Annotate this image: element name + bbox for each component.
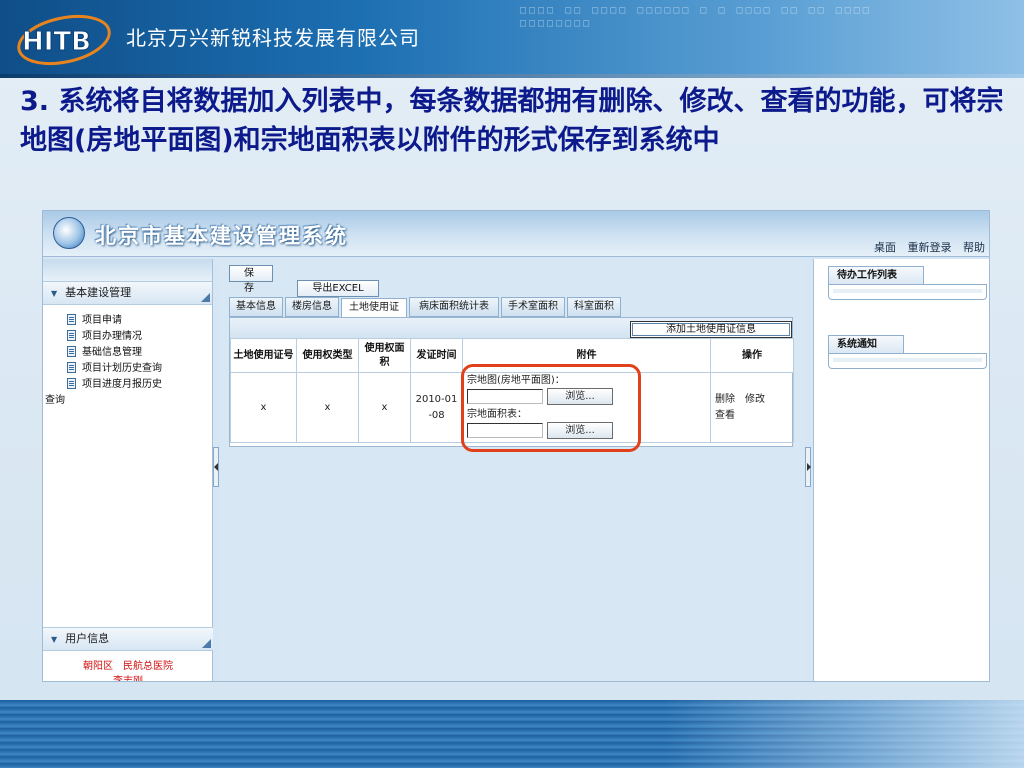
tab-building-info[interactable]: 楼房信息: [285, 297, 339, 317]
document-icon: [67, 330, 76, 341]
col-issue-date: 发证时间: [410, 338, 463, 373]
user-name: 李志刚: [113, 676, 143, 682]
section-label: 用户信息: [65, 632, 110, 645]
tab-basic-info[interactable]: 基本信息: [229, 297, 283, 317]
tab-bed-area[interactable]: 病床面积统计表: [409, 297, 499, 317]
band-decoration: □□□□ □□ □□□□ □□□□□□ □ □ □□□□ □□ □□ □□□□ …: [520, 5, 872, 29]
collapse-right-handle[interactable]: [805, 447, 811, 487]
corner-icon: [201, 293, 210, 302]
hitb-logo: HITB: [17, 14, 111, 66]
col-operations: 操作: [710, 338, 794, 373]
document-icon: [67, 378, 76, 389]
todo-tab[interactable]: 待办工作列表: [828, 266, 924, 284]
notice-list: [833, 358, 982, 362]
document-icon: [67, 362, 76, 373]
corner-icon: [202, 639, 211, 648]
notice-tab[interactable]: 系统通知: [828, 335, 904, 353]
document-icon: [67, 314, 76, 325]
save-button[interactable]: 保存: [229, 265, 273, 294]
col-cert-no: 土地使用证号: [230, 338, 297, 373]
notice-body: [828, 353, 987, 369]
help-link[interactable]: 帮助: [963, 241, 985, 254]
todo-list: [833, 289, 982, 293]
sidebar-item-plan-history[interactable]: 项目计划历史查询: [43, 361, 212, 377]
toolbar: 保存导出EXCEL: [229, 265, 379, 297]
main-content: 保存 导出EXCEL 基本信息 楼房信息 土地使用证 病床面积统计表 手术室面积 …: [221, 259, 805, 681]
tree-item-label: 基础信息管理: [82, 347, 142, 358]
user-org: 朝阳区 民航总医院: [83, 661, 173, 672]
slide-title: 3. 系统将自将数据加入列表中，每条数据都拥有删除、修改、查看的功能，可将宗地图…: [20, 86, 1004, 156]
tree-item-wrap[interactable]: 查询: [43, 393, 212, 409]
emblem-icon: [53, 217, 85, 249]
view-link[interactable]: 查看: [715, 410, 735, 421]
edit-link[interactable]: 修改: [745, 394, 765, 405]
nav-tree: 项目申请 项目办理情况 基础信息管理 项目计划历史查询 项目进度月报历史 查询: [43, 305, 212, 409]
tree-item-label: 项目申请: [82, 315, 122, 326]
tab-operating-room[interactable]: 手术室面积: [501, 297, 565, 317]
delete-link[interactable]: 删除: [715, 394, 735, 405]
todo-box: 待办工作列表: [828, 263, 987, 300]
todo-body: [828, 284, 987, 300]
user-info: 朝阳区 民航总医院 李志刚: [43, 651, 213, 682]
cell-right-type: x: [296, 372, 359, 443]
sidebar-section-user[interactable]: ▼ 用户信息: [43, 627, 213, 651]
tree-item-label: 项目办理情况: [82, 331, 142, 342]
cell-operations: 删除 修改 查看: [710, 372, 794, 443]
attachment-highlight: [461, 364, 641, 452]
add-land-certificate-button[interactable]: 添加土地使用证信息: [630, 321, 792, 338]
user-info-section: ▼ 用户信息 朝阳区 民航总医院 李志刚: [43, 627, 213, 682]
sidebar: ▼ 基本建设管理 项目申请 项目办理情况 基础信息管理 项目计划历史查询 项目进度…: [43, 259, 213, 682]
sidebar-item-basic-info[interactable]: 基础信息管理: [43, 345, 212, 361]
relogin-link[interactable]: 重新登录: [908, 241, 952, 254]
document-icon: [67, 346, 76, 357]
sidebar-item-project-status[interactable]: 项目办理情况: [43, 329, 212, 345]
cell-issue-date: 2010-01-08: [410, 372, 463, 443]
col-right-area: 使用权面积: [358, 338, 411, 373]
tab-department-area[interactable]: 科室面积: [567, 297, 621, 317]
sidebar-section-construction[interactable]: ▼ 基本建设管理: [43, 281, 212, 305]
chevron-down-icon: ▼: [51, 635, 58, 644]
slide-footer-band: [0, 700, 1024, 768]
system-title: 北京市基本建设管理系统: [95, 224, 348, 248]
logo-text: HITB: [22, 27, 91, 57]
notice-box: 系统通知: [828, 332, 987, 369]
issue-date-text: 2010-01-08: [415, 393, 458, 421]
right-panel: 待办工作列表 系统通知: [813, 259, 989, 681]
tree-item-label: 项目进度月报历史: [82, 379, 162, 390]
tab-land-certificate[interactable]: 土地使用证: [341, 298, 407, 318]
chevron-down-icon: ▼: [51, 289, 58, 298]
sidebar-item-monthly-history[interactable]: 项目进度月报历史: [43, 377, 212, 393]
cell-cert-no: x: [230, 372, 297, 443]
sidebar-top-strip: [43, 259, 212, 281]
col-right-type: 使用权类型: [296, 338, 359, 373]
section-label: 基本建设管理: [65, 286, 132, 299]
export-excel-button[interactable]: 导出EXCEL: [297, 280, 379, 297]
panel-bar: 添加土地使用证信息: [230, 318, 792, 338]
collapse-left-handle[interactable]: [213, 447, 219, 487]
sidebar-item-project-apply[interactable]: 项目申请: [43, 313, 212, 329]
top-links: 桌面 重新登录 帮助: [866, 239, 985, 255]
company-name: 北京万兴新锐科技发展有限公司: [126, 26, 420, 50]
desktop-link[interactable]: 桌面: [874, 241, 896, 254]
tree-item-label: 项目计划历史查询: [82, 363, 162, 374]
cell-right-area: x: [358, 372, 411, 443]
system-header: 北京市基本建设管理系统 桌面 重新登录 帮助: [43, 211, 989, 257]
